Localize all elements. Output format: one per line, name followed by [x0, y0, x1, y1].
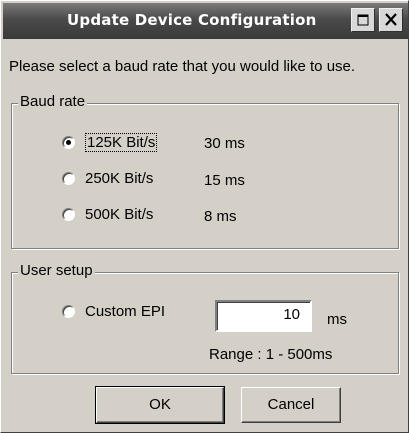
- baud-rate-group: Baud rate 125K Bit/s 30 ms 250K Bit/s 15…: [11, 93, 399, 249]
- user-setup-group: User setup Custom EPI 10 ms Range : 1 - …: [11, 262, 399, 374]
- baud-rate-legend: Baud rate: [18, 93, 88, 110]
- radio-125k[interactable]: [62, 136, 75, 149]
- baud-option-500k[interactable]: 500K Bit/s: [62, 206, 153, 223]
- window-title: Update Device Configuration: [67, 11, 317, 29]
- radio-250k[interactable]: [62, 172, 75, 185]
- dialog-window: Update Device Configuration Please selec…: [0, 0, 409, 433]
- ok-button[interactable]: OK: [95, 386, 225, 424]
- baud-option-125k[interactable]: 125K Bit/s: [62, 133, 158, 152]
- custom-epi-label: Custom EPI: [85, 303, 166, 320]
- baud-option-time: 8 ms: [204, 208, 237, 225]
- baud-option-label: 125K Bit/s: [85, 133, 158, 152]
- custom-epi-input[interactable]: 10: [215, 300, 312, 332]
- baud-option-250k[interactable]: 250K Bit/s: [62, 170, 153, 187]
- restore-icon: [357, 14, 369, 26]
- radio-custom-epi[interactable]: [62, 305, 75, 318]
- range-hint: Range : 1 - 500ms: [209, 346, 333, 363]
- instruction-text: Please select a baud rate that you would…: [9, 58, 356, 75]
- title-bar[interactable]: Update Device Configuration: [3, 3, 408, 39]
- baud-option-time: 30 ms: [204, 135, 245, 152]
- baud-option-label: 250K Bit/s: [85, 170, 154, 187]
- cancel-button[interactable]: Cancel: [241, 387, 341, 423]
- custom-epi-option[interactable]: Custom EPI: [62, 303, 165, 320]
- close-icon: [385, 13, 397, 26]
- user-setup-legend: User setup: [18, 262, 95, 279]
- baud-option-time: 15 ms: [204, 172, 245, 189]
- close-button[interactable]: [379, 8, 403, 32]
- custom-epi-unit: ms: [327, 311, 347, 328]
- restore-button[interactable]: [351, 8, 375, 32]
- radio-500k[interactable]: [62, 208, 75, 221]
- baud-option-label: 500K Bit/s: [85, 206, 154, 223]
